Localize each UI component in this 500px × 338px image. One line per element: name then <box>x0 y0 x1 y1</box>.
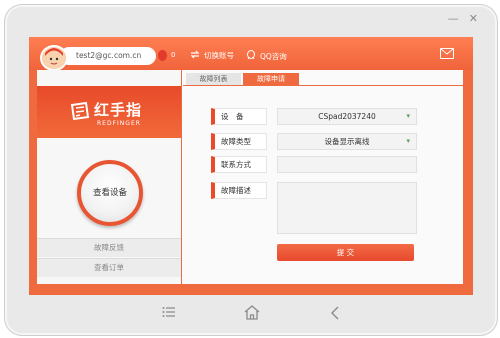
brand-name: 红手指 <box>94 101 143 119</box>
balloon-count: 0 <box>171 51 176 59</box>
fault-type-select-value: 设备显示离线 <box>324 137 370 146</box>
contact-input[interactable] <box>277 156 417 173</box>
brand-sub: REDFINGER <box>97 120 141 127</box>
qq-consult-label: QQ咨询 <box>260 51 287 61</box>
qq-consult-button[interactable]: QQ咨询 <box>246 50 287 62</box>
avatar[interactable] <box>40 45 68 71</box>
tab-underline <box>183 85 463 86</box>
minimize-button[interactable]: — <box>448 12 459 25</box>
view-device-button[interactable]: 查看设备 <box>77 160 143 226</box>
tab-fault-list[interactable]: 故障列表 <box>186 73 241 85</box>
fault-desc-textarea[interactable] <box>277 182 417 234</box>
switch-account-label: 切换账号 <box>204 51 234 60</box>
fault-type-label: 故障类型 <box>211 133 267 150</box>
back-icon[interactable] <box>330 306 340 324</box>
contact-label: 联系方式 <box>211 156 267 173</box>
chevron-down-icon: ▾ <box>406 137 410 145</box>
tab-fault-apply[interactable]: 故障申请 <box>243 73 299 85</box>
sidebar-item-view-orders[interactable]: 查看订单 <box>37 258 181 277</box>
device-label: 设 备 <box>211 108 267 125</box>
window-controls: — ✕ <box>448 12 478 25</box>
device-select[interactable]: CSpad2037240 ▾ <box>277 108 417 125</box>
switch-account-button[interactable]: 切换账号 <box>190 50 234 61</box>
qq-icon <box>246 50 256 62</box>
fault-type-select[interactable]: 设备显示离线 ▾ <box>277 133 417 150</box>
close-button[interactable]: ✕ <box>469 12 478 25</box>
mail-icon[interactable] <box>440 48 454 59</box>
user-email: test2@gc.com.cn <box>60 47 156 65</box>
menu-icon[interactable] <box>162 306 176 322</box>
sidebar-item-fault-feedback[interactable]: 故障反馈 <box>37 238 181 257</box>
chevron-down-icon: ▾ <box>406 112 410 120</box>
home-icon[interactable] <box>244 305 260 324</box>
switch-icon <box>190 50 200 61</box>
fault-desc-label: 故障描述 <box>211 182 267 199</box>
device-select-value: CSpad2037240 <box>318 112 376 121</box>
balloon-icon <box>158 50 167 61</box>
submit-button[interactable]: 提 交 <box>277 244 414 261</box>
